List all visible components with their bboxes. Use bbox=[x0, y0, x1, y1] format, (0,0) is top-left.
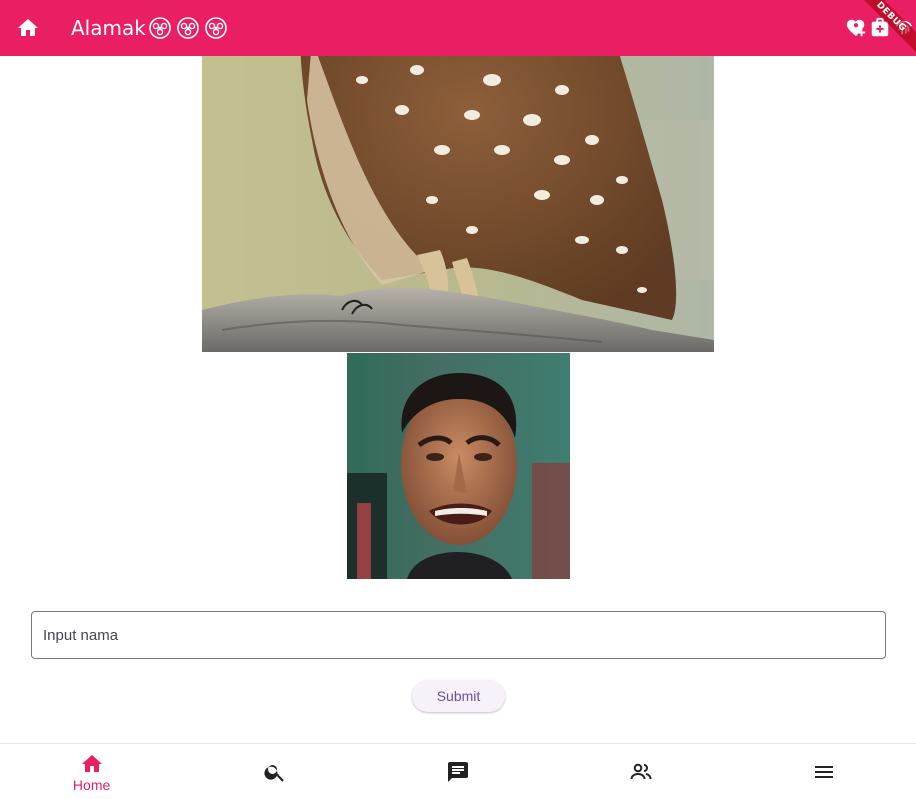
home-icon[interactable] bbox=[0, 0, 56, 56]
nav-item-chat[interactable] bbox=[366, 744, 549, 799]
biohazard-face-icon bbox=[205, 17, 227, 39]
submit-button[interactable]: Submit bbox=[412, 680, 505, 712]
biohazard-face-icon bbox=[149, 17, 171, 39]
title-emojis bbox=[147, 16, 229, 40]
menu-icon bbox=[815, 765, 834, 778]
bottom-nav: Home bbox=[0, 743, 916, 799]
page-title-text: Alamak bbox=[71, 16, 146, 40]
crying-face-image bbox=[347, 353, 570, 579]
home-icon bbox=[81, 755, 102, 772]
nav-item-home[interactable]: Home bbox=[0, 744, 183, 799]
app-root: Alamak DEBUG Input nama Submit Home bbox=[0, 0, 916, 799]
chat-icon bbox=[448, 761, 468, 782]
nav-item-home-label: Home bbox=[72, 777, 111, 793]
nav-item-people[interactable] bbox=[550, 744, 733, 799]
search-icon bbox=[264, 764, 284, 782]
people-icon bbox=[630, 763, 652, 779]
name-input[interactable] bbox=[32, 612, 885, 658]
nav-item-menu[interactable] bbox=[733, 744, 916, 799]
name-field bbox=[31, 611, 886, 659]
page-title: Alamak bbox=[71, 16, 229, 40]
heart-plus-icon[interactable] bbox=[844, 0, 868, 56]
nav-item-search[interactable] bbox=[183, 744, 366, 799]
app-bar: Alamak DEBUG bbox=[0, 0, 916, 61]
biohazard-face-icon bbox=[177, 17, 199, 39]
